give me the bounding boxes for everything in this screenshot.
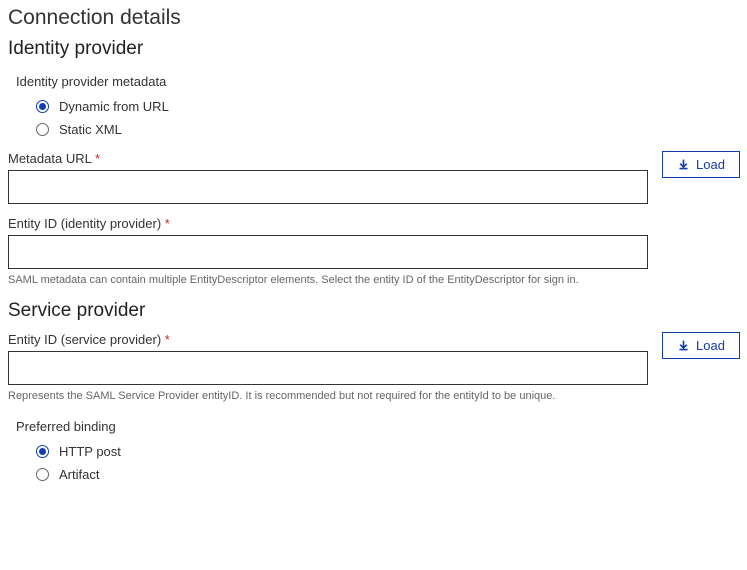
- preferred-binding-label: Preferred binding: [16, 419, 739, 434]
- service-provider-section-title: Service provider: [8, 300, 739, 322]
- page-title: Connection details: [8, 6, 739, 30]
- idp-metadata-option-static[interactable]: Static XML: [36, 122, 739, 137]
- idp-entity-id-input[interactable]: [8, 235, 648, 269]
- idp-entity-id-field: Entity ID (identity provider) * SAML met…: [8, 216, 739, 288]
- preferred-binding-group: Preferred binding HTTP post Artifact: [8, 419, 739, 482]
- identity-provider-section-title: Identity provider: [8, 38, 739, 60]
- idp-metadata-radio-dynamic[interactable]: [36, 100, 49, 113]
- required-mark: *: [165, 216, 170, 231]
- sp-entity-id-input[interactable]: [8, 351, 648, 385]
- idp-metadata-option-dynamic[interactable]: Dynamic from URL: [36, 99, 739, 114]
- idp-metadata-radio-group: Dynamic from URL Static XML: [36, 99, 739, 137]
- idp-entity-id-help: SAML metadata can contain multiple Entit…: [8, 273, 739, 288]
- sp-entity-id-help: Represents the SAML Service Provider ent…: [8, 389, 739, 404]
- download-icon: [677, 339, 690, 352]
- metadata-url-load-button[interactable]: Load: [662, 151, 740, 178]
- preferred-binding-option-httppost[interactable]: HTTP post: [36, 444, 739, 459]
- sp-entity-id-load-button[interactable]: Load: [662, 332, 740, 359]
- idp-metadata-radio-static[interactable]: [36, 123, 49, 136]
- idp-metadata-label-static[interactable]: Static XML: [59, 122, 122, 137]
- metadata-url-input[interactable]: [8, 170, 648, 204]
- idp-metadata-label-dynamic[interactable]: Dynamic from URL: [59, 99, 169, 114]
- preferred-binding-radio-group: HTTP post Artifact: [36, 444, 739, 482]
- idp-entity-id-label: Entity ID (identity provider) *: [8, 216, 648, 231]
- required-mark: *: [95, 151, 100, 166]
- required-mark: *: [165, 332, 170, 347]
- sp-entity-id-field: Entity ID (service provider) * Load Repr…: [8, 332, 739, 404]
- preferred-binding-option-artifact[interactable]: Artifact: [36, 467, 739, 482]
- preferred-binding-radio-artifact[interactable]: [36, 468, 49, 481]
- metadata-url-label: Metadata URL *: [8, 151, 648, 166]
- preferred-binding-radio-httppost[interactable]: [36, 445, 49, 458]
- sp-entity-id-label: Entity ID (service provider) *: [8, 332, 648, 347]
- idp-metadata-group-label: Identity provider metadata: [16, 74, 739, 89]
- metadata-url-field: Metadata URL * Load: [8, 151, 739, 204]
- preferred-binding-label-httppost[interactable]: HTTP post: [59, 444, 121, 459]
- preferred-binding-label-artifact[interactable]: Artifact: [59, 467, 99, 482]
- download-icon: [677, 158, 690, 171]
